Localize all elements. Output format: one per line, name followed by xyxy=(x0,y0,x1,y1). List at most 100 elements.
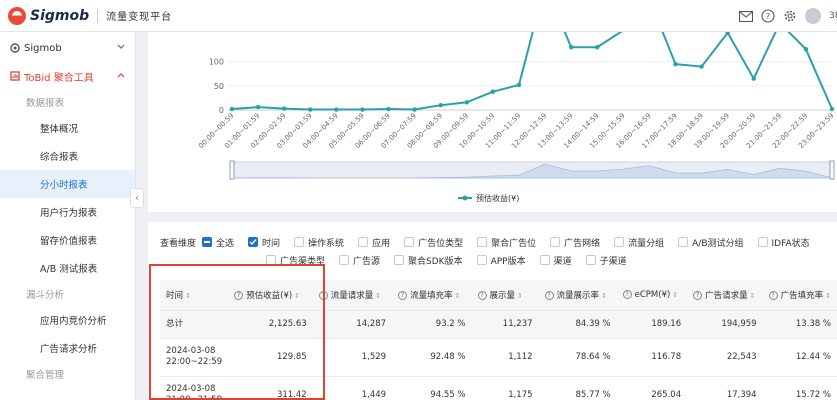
filter-checkbox[interactable]: A/B测试分组 xyxy=(678,236,744,249)
column-header[interactable]: ? 流量请求量 ⇕ xyxy=(312,280,393,311)
checkbox-icon[interactable] xyxy=(294,237,305,247)
sidebar-item-combined-report[interactable]: 综合报表 xyxy=(0,142,135,170)
help-icon[interactable]: ? xyxy=(761,9,775,23)
sidebar-section-aggregation[interactable]: 聚合管理 xyxy=(0,362,135,386)
table-cell: 1,449 xyxy=(312,376,393,400)
checkbox-icon[interactable] xyxy=(614,237,625,247)
filter-checkbox[interactable]: IDFA状态 xyxy=(757,236,810,249)
gear-icon[interactable] xyxy=(783,9,797,23)
checkbox-icon[interactable] xyxy=(358,237,369,247)
checkbox-icon[interactable] xyxy=(585,255,596,265)
checkbox-checked-icon[interactable] xyxy=(248,237,259,247)
filter-label: 广告源 xyxy=(353,256,381,267)
filter-checkbox[interactable]: 全选 xyxy=(202,236,234,249)
column-header[interactable]: ? 预估收益(¥) ⇕ xyxy=(228,280,313,311)
sidebar-collapse-button[interactable]: ‹ xyxy=(130,188,144,208)
help-icon[interactable]: ? xyxy=(234,290,244,300)
filter-label: A/B测试分组 xyxy=(692,238,744,249)
filter-checkbox[interactable]: 广告渠类型 xyxy=(266,254,325,267)
column-header[interactable]: ? 流量展示率 ⇕ xyxy=(538,280,617,311)
filter-checkbox[interactable]: 渠道 xyxy=(539,254,572,267)
table-cell: 12.44 % xyxy=(762,338,837,377)
column-header[interactable]: ? 广告请求量 ⇕ xyxy=(687,280,763,311)
help-icon[interactable]: ? xyxy=(768,290,778,300)
checkbox-indeterminate-icon[interactable] xyxy=(202,237,213,247)
filter-checkbox[interactable]: APP版本 xyxy=(476,254,526,267)
help-icon[interactable]: ? xyxy=(693,290,703,300)
time-cell: 2024-03-08 22:00~22:59 xyxy=(160,338,229,377)
table-cell: 84.39 % xyxy=(538,310,617,339)
sort-icon[interactable]: ⇕ xyxy=(375,292,381,300)
filter-checkbox[interactable]: 操作系统 xyxy=(294,236,344,249)
sidebar-item-retention-value[interactable]: 留存价值报表 xyxy=(0,226,135,254)
column-header-label: 广告请求量 xyxy=(705,290,748,301)
sort-icon[interactable]: ⇕ xyxy=(517,292,523,300)
avatar[interactable] xyxy=(805,8,821,24)
sidebar-item-overview[interactable]: 整体概况 xyxy=(0,114,135,142)
filter-checkbox[interactable]: 聚合SDK版本 xyxy=(394,254,463,267)
checkbox-icon[interactable] xyxy=(757,237,768,247)
dimension-label: 查看维度 xyxy=(160,238,197,249)
sort-icon[interactable]: ⇕ xyxy=(825,292,831,300)
checkbox-icon[interactable] xyxy=(678,237,689,247)
sidebar-item-in-app-bidding[interactable]: 应用内竞价分析 xyxy=(0,306,135,334)
sort-icon[interactable]: ⇕ xyxy=(672,291,678,299)
sort-icon[interactable]: ⇕ xyxy=(185,292,191,300)
help-icon[interactable]: ? xyxy=(398,290,408,300)
sort-icon[interactable]: ⇕ xyxy=(750,292,756,300)
logo-mark-icon xyxy=(8,6,26,25)
time-date: 2024-03-08 xyxy=(166,346,216,356)
svg-text:?: ? xyxy=(766,12,770,21)
sort-icon[interactable]: ⇕ xyxy=(294,292,300,300)
user-name[interactable]: 3800 xyxy=(829,11,837,21)
filter-checkbox[interactable]: 广告网络 xyxy=(550,236,600,249)
filter-checkbox[interactable]: 流量分组 xyxy=(614,236,664,249)
sort-icon[interactable]: ⇕ xyxy=(455,292,461,300)
mail-icon[interactable] xyxy=(739,9,753,23)
filter-checkbox[interactable]: 聚合广告位 xyxy=(477,236,536,249)
column-header[interactable]: ? 广告填充率 ⇕ xyxy=(762,280,837,311)
filter-label: 流量分组 xyxy=(628,238,665,249)
filter-checkbox[interactable]: 广告源 xyxy=(339,254,380,267)
filter-checkbox[interactable]: 广告位类型 xyxy=(404,236,463,249)
table-cell: 1,112 xyxy=(471,338,539,377)
checkbox-icon[interactable] xyxy=(550,237,561,247)
help-icon[interactable]: ? xyxy=(477,290,487,300)
sidebar-group-label: ToBid 聚合工具 xyxy=(24,72,94,84)
filter-label: 聚合广告位 xyxy=(491,238,537,249)
table-cell: 189.16 xyxy=(616,310,688,339)
legend-marker xyxy=(462,195,468,201)
sidebar-item-user-behavior[interactable]: 用户行为报表 xyxy=(0,198,135,226)
checkbox-icon[interactable] xyxy=(404,237,415,247)
column-header[interactable]: ? 展示量 ⇕ xyxy=(471,280,539,311)
checkbox-icon[interactable] xyxy=(266,255,276,265)
checkbox-icon[interactable] xyxy=(476,255,487,265)
checkbox-icon[interactable] xyxy=(339,255,350,265)
data-point xyxy=(516,82,522,88)
sidebar-group-tobid[interactable]: ToBid 聚合工具 xyxy=(0,62,135,90)
checkbox-icon[interactable] xyxy=(539,255,550,265)
filter-checkbox[interactable]: 时间 xyxy=(248,236,280,249)
column-header[interactable]: 时间 ⇕ xyxy=(160,280,229,311)
help-icon[interactable]: ? xyxy=(544,290,554,300)
sidebar-group-sigmob[interactable]: Sigmob xyxy=(0,34,135,62)
help-icon[interactable]: ? xyxy=(622,289,632,299)
column-header[interactable]: ? eCPM(¥) ⇕ xyxy=(616,280,688,311)
sort-icon[interactable]: ⇕ xyxy=(601,292,607,300)
filter-label: 子渠道 xyxy=(599,256,627,267)
filter-checkbox[interactable]: 子渠道 xyxy=(585,254,627,267)
sidebar-item-hourly-report[interactable]: 分小时报表 xyxy=(0,170,135,198)
sidebar-item-ad-request-analysis[interactable]: 广告请求分析 xyxy=(0,334,135,362)
column-header[interactable]: ? 流量填充率 ⇕ xyxy=(392,280,472,311)
sidebar-item-ab-test[interactable]: A/B 测试报表 xyxy=(0,254,135,282)
data-point xyxy=(568,45,574,50)
filter-label: APP版本 xyxy=(490,256,526,267)
data-point xyxy=(308,107,313,112)
help-icon[interactable]: ? xyxy=(318,290,328,300)
filter-checkbox[interactable]: 应用 xyxy=(358,236,390,249)
table-cell: 1,529 xyxy=(312,338,393,377)
sidebar: Sigmob ToBid 聚合工具 数据报表 整体概况 综合报表 分小时报表 用… xyxy=(0,32,136,400)
checkbox-icon[interactable] xyxy=(394,255,405,265)
logo[interactable]: Sigmob xyxy=(8,6,89,25)
checkbox-icon[interactable] xyxy=(477,237,488,247)
